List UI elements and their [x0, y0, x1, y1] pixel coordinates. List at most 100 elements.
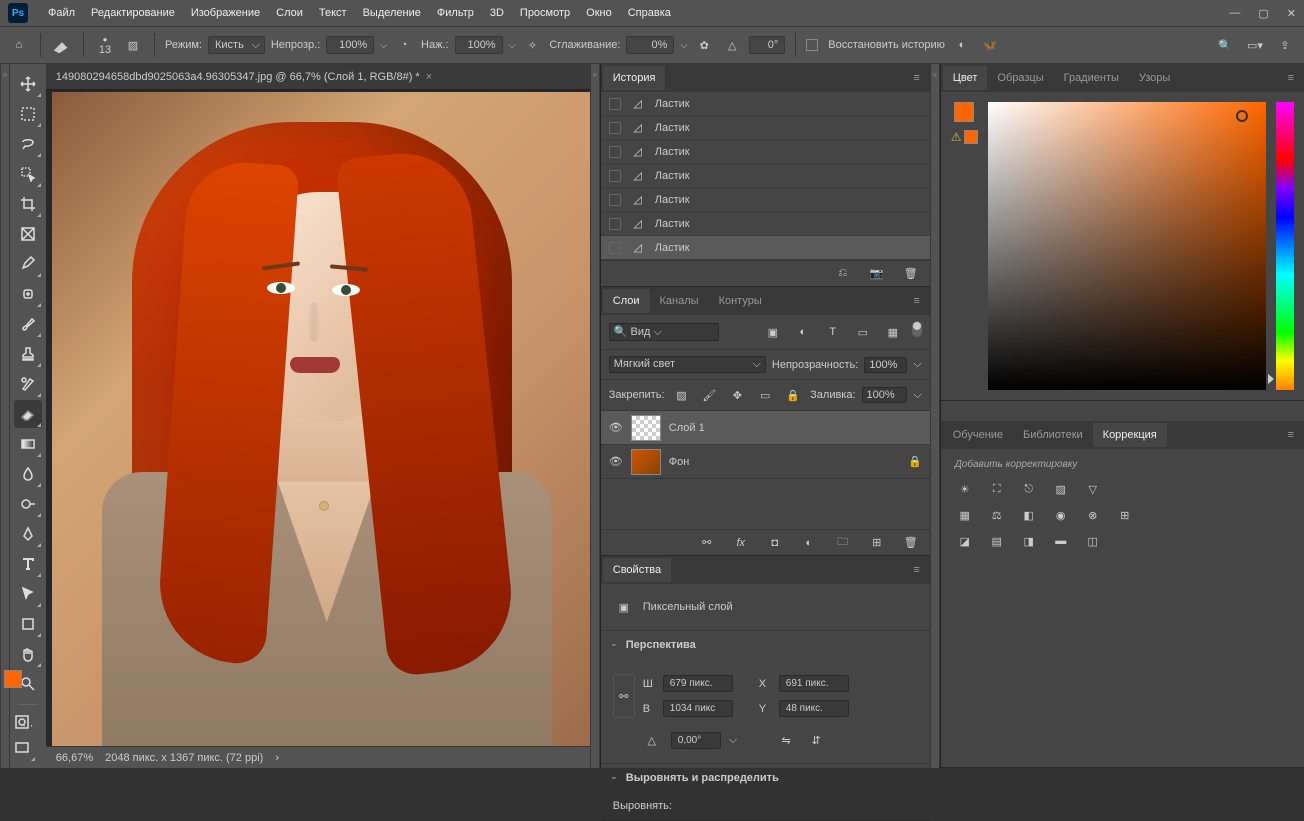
panel-collapse-right[interactable]: » — [930, 64, 940, 768]
lock-pixels-icon[interactable]: 🖌 — [698, 384, 720, 406]
visibility-icon[interactable]: 👁 — [609, 421, 623, 434]
hue-icon[interactable]: ▦ — [955, 506, 975, 524]
hand-tool[interactable] — [14, 640, 42, 668]
status-chevron-icon[interactable]: › — [275, 752, 279, 764]
hue-slider[interactable] — [1276, 102, 1294, 390]
symmetry-icon[interactable]: 🦋 — [979, 34, 1001, 56]
tab-adjustments[interactable]: Коррекция — [1093, 423, 1167, 447]
fill-input[interactable]: 100% — [862, 387, 908, 403]
menu-layers[interactable]: Слои — [268, 7, 311, 19]
tab-learn[interactable]: Обучение — [943, 423, 1013, 447]
tablet-pressure-icon[interactable]: ◐ — [951, 34, 973, 56]
filter-pixel-icon[interactable]: ▣ — [762, 321, 784, 343]
lock-all-icon[interactable]: 🔒 — [782, 384, 804, 406]
home-icon[interactable]: ⌂ — [8, 34, 30, 56]
shape-tool[interactable] — [14, 610, 42, 638]
layer-opacity-input[interactable]: 100% — [864, 357, 907, 373]
history-checkbox[interactable] — [609, 194, 621, 206]
delete-layer-icon[interactable]: 🗑 — [900, 532, 922, 554]
eyedropper-tool[interactable] — [14, 250, 42, 278]
crop-tool[interactable] — [14, 190, 42, 218]
tab-properties[interactable]: Свойства — [603, 558, 671, 582]
adjustments-menu-icon[interactable]: ≡ — [1280, 429, 1302, 441]
lasso-tool[interactable] — [14, 130, 42, 158]
menu-window[interactable]: Окно — [578, 7, 620, 19]
history-item[interactable]: ◿Ластик — [601, 188, 930, 212]
layer-thumbnail[interactable] — [631, 449, 661, 475]
blur-tool[interactable] — [14, 460, 42, 488]
tab-layers[interactable]: Слои — [603, 289, 650, 313]
x-input[interactable]: 691 пикс. — [779, 675, 849, 692]
lock-transparent-icon[interactable]: ▨ — [671, 384, 693, 406]
move-tool[interactable] — [14, 70, 42, 98]
layer-group-icon[interactable]: 🗀 — [832, 532, 854, 554]
screen-mode-icon[interactable] — [8, 734, 36, 762]
tab-history[interactable]: История — [603, 66, 666, 90]
channel-mixer-icon[interactable]: ⊗ — [1083, 506, 1103, 524]
menu-file[interactable]: Файл — [40, 7, 83, 19]
history-checkbox[interactable] — [609, 146, 621, 158]
type-tool[interactable] — [14, 550, 42, 578]
history-item[interactable]: ◿Ластик — [601, 212, 930, 236]
restore-history-checkbox[interactable] — [806, 39, 818, 51]
angle-input[interactable]: 0° — [749, 36, 785, 54]
menu-3d[interactable]: 3D — [482, 7, 512, 19]
menu-select[interactable]: Выделение — [355, 7, 429, 19]
tab-color[interactable]: Цвет — [943, 66, 988, 90]
dodge-tool[interactable] — [14, 490, 42, 518]
adjustment-layer-icon[interactable]: ◐ — [798, 532, 820, 554]
menu-view[interactable]: Просмотр — [512, 7, 578, 19]
marquee-tool[interactable] — [14, 100, 42, 128]
vibrance-icon[interactable]: ▽ — [1083, 480, 1103, 498]
posterize-icon[interactable]: ▤ — [987, 532, 1007, 550]
frame-tool[interactable] — [14, 220, 42, 248]
snapshot-icon[interactable]: 📷 — [866, 263, 888, 285]
color-menu-icon[interactable]: ≡ — [1280, 72, 1302, 84]
tab-channels[interactable]: Каналы — [650, 289, 709, 313]
levels-icon[interactable]: ⛶ — [987, 480, 1007, 498]
layer-filter-select[interactable]: 🔍 Вид ⌵ — [609, 323, 719, 341]
close-icon[interactable]: ✕ — [1287, 7, 1296, 20]
rotation-input[interactable]: 0,00° — [671, 732, 721, 749]
foreground-color[interactable] — [954, 102, 974, 122]
visibility-icon[interactable]: 👁 — [609, 455, 623, 468]
object-select-tool[interactable] — [14, 160, 42, 188]
opacity-input[interactable]: 100% — [326, 36, 374, 54]
filter-smart-icon[interactable]: ▦ — [882, 321, 904, 343]
history-checkbox[interactable] — [609, 98, 621, 110]
search-icon[interactable]: 🔍 — [1214, 34, 1236, 56]
airbrush-icon[interactable]: ✧ — [521, 34, 543, 56]
quick-mask-icon[interactable] — [8, 708, 36, 736]
canvas-image[interactable] — [52, 92, 590, 746]
flow-input[interactable]: 100% — [455, 36, 503, 54]
history-checkbox[interactable] — [609, 242, 621, 254]
y-input[interactable]: 48 пикс. — [779, 700, 849, 717]
align-section-header[interactable]: ›Выровнять и распределить — [601, 763, 930, 792]
height-input[interactable]: 1034 пикс — [663, 700, 733, 717]
menu-edit[interactable]: Редактирование — [83, 7, 183, 19]
link-wh-icon[interactable]: ⚯ — [613, 674, 635, 718]
history-item[interactable]: ◿Ластик — [601, 164, 930, 188]
panel-collapse-mid[interactable]: » — [590, 64, 600, 768]
transform-section-header[interactable]: ›Перспектива — [601, 630, 930, 659]
path-select-tool[interactable] — [14, 580, 42, 608]
menu-text[interactable]: Текст — [311, 7, 355, 19]
layer-item[interactable]: 👁Фон🔒 — [601, 445, 930, 479]
color-swatches[interactable] — [4, 670, 32, 698]
menu-filter[interactable]: Фильтр — [429, 7, 482, 19]
tab-close-icon[interactable]: × — [426, 71, 432, 83]
invert-icon[interactable]: ◪ — [955, 532, 975, 550]
flip-v-icon[interactable]: ⇵ — [805, 729, 827, 751]
threshold-icon[interactable]: ◨ — [1019, 532, 1039, 550]
color-balance-icon[interactable]: ⚖ — [987, 506, 1007, 524]
document-tab[interactable]: 149080294658dbd9025063a4.96305347.jpg @ … — [46, 64, 590, 90]
gradient-map-icon[interactable]: ▬ — [1051, 532, 1071, 550]
share-icon[interactable]: ⇪ — [1274, 34, 1296, 56]
layer-name[interactable]: Фон — [669, 456, 690, 468]
new-layer-icon[interactable]: ⊞ — [866, 532, 888, 554]
gamut-preview[interactable] — [964, 130, 978, 144]
gamut-warning-icon[interactable]: ⚠ — [951, 130, 962, 144]
width-input[interactable]: 679 пикс. — [663, 675, 733, 692]
menu-help[interactable]: Справка — [620, 7, 679, 19]
pen-tool[interactable] — [14, 520, 42, 548]
